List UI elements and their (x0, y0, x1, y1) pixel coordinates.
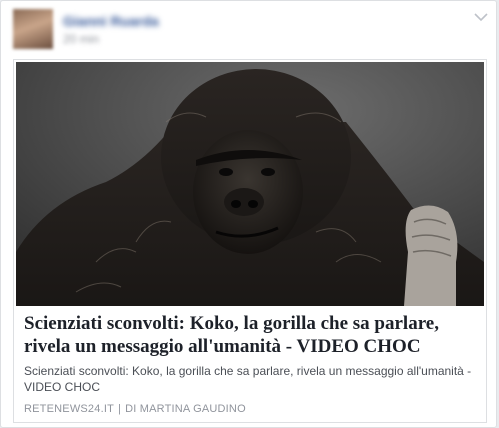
post-timestamp[interactable]: 20 min (63, 32, 99, 46)
chevron-down-icon (474, 13, 488, 22)
avatar[interactable] (13, 9, 53, 49)
link-byline: DI MARTINA GAUDINO (125, 403, 246, 415)
source-separator: | (118, 403, 122, 415)
link-preview-image[interactable] (16, 62, 484, 306)
author-name[interactable]: Gianni Ruarda (63, 13, 159, 29)
post-options-button[interactable] (471, 9, 491, 25)
link-domain: RETENEWS24.IT (24, 403, 115, 415)
link-preview-card[interactable]: Scienziati sconvolti: Koko, la gorilla c… (13, 59, 487, 423)
link-source: RETENEWS24.IT | DI MARTINA GAUDINO (24, 403, 476, 415)
link-headline[interactable]: Scienziati sconvolti: Koko, la gorilla c… (24, 312, 476, 358)
gorilla-photo (16, 62, 484, 306)
link-description: Scienziati sconvolti: Koko, la gorilla c… (24, 364, 472, 394)
news-feed-post: Gianni Ruarda 20 min Scienziati sconvolt… (0, 0, 497, 428)
link-preview-text: Scienziati sconvolti: Koko, la gorilla c… (24, 312, 476, 415)
post-header: Gianni Ruarda 20 min (1, 1, 498, 59)
